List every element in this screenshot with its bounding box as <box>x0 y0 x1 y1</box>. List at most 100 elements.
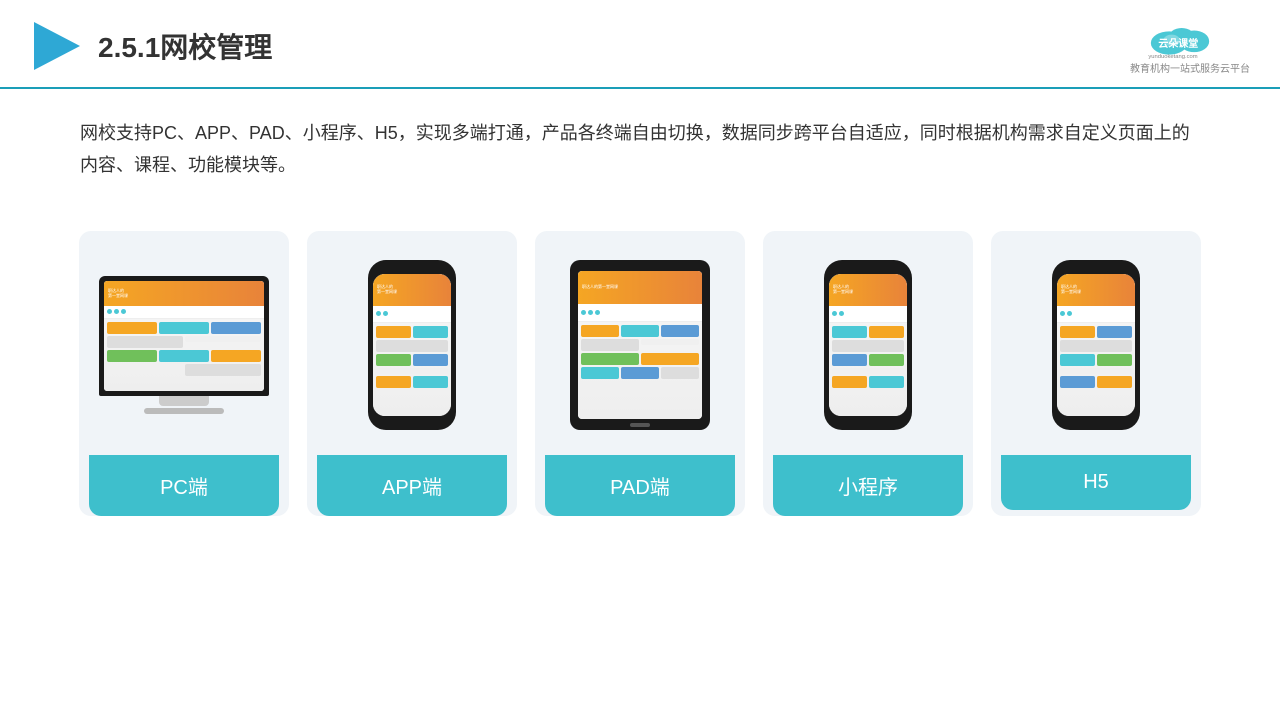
pad-block-1 <box>581 325 619 337</box>
pc-device: 职达人的第一堂网课 <box>99 276 269 414</box>
h5-row-5 <box>1060 376 1132 388</box>
pad-header-text: 职达人的第一堂网课 <box>582 285 618 290</box>
logo-subtitle: 教育机构一站式服务云平台 <box>1130 60 1250 75</box>
card-app: 职达人的第一堂网课 <box>307 231 517 516</box>
miniapp-nav-dot-1 <box>832 311 837 316</box>
phone-notch-miniapp <box>854 266 882 272</box>
pad-header-bar: 职达人的第一堂网课 <box>578 271 702 304</box>
nav-dot-1 <box>107 309 112 314</box>
app-block-3 <box>376 340 448 352</box>
pad-block-9 <box>621 367 659 379</box>
pad-block-8 <box>581 367 619 379</box>
header: 2.5.1网校管理 云朵课堂 yunduoketang.com 教育机构一站式服… <box>0 0 1280 89</box>
pad-block-7 <box>641 353 699 365</box>
pad-device-area: 职达人的第一堂网课 <box>545 255 735 435</box>
pc-base <box>144 408 224 414</box>
app-nav <box>373 306 451 323</box>
miniapp-screen-content: 职达人的第一堂网课 <box>829 274 907 416</box>
h5-row-2 <box>1060 340 1132 352</box>
app-row-3 <box>376 354 448 366</box>
pad-body <box>578 322 702 390</box>
card-app-label: APP端 <box>317 455 507 516</box>
pc-header-text: 职达人的第一堂网课 <box>108 289 128 299</box>
pc-screen-inner: 职达人的第一堂网课 <box>104 281 264 391</box>
nav-dot-2 <box>114 309 119 314</box>
logo-area: 云朵课堂 yunduoketang.com 教育机构一站式服务云平台 <box>1130 18 1250 75</box>
miniapp-block-1 <box>832 326 867 338</box>
miniapp-nav-dot-2 <box>839 311 844 316</box>
pad-nav-dot-3 <box>595 310 600 315</box>
pad-block-6 <box>581 353 639 365</box>
h5-phone-screen: 职达人的第一堂网课 <box>1057 274 1135 416</box>
h5-nav <box>1057 306 1135 323</box>
pc-block-4 <box>107 336 183 348</box>
tablet-home-button <box>630 423 650 427</box>
description-text: 网校支持PC、APP、PAD、小程序、H5，实现多端打通，产品各终端自由切换，数… <box>0 89 1280 192</box>
pc-block-9 <box>107 364 183 370</box>
card-pad: 职达人的第一堂网课 <box>535 231 745 516</box>
pad-block-2 <box>621 325 659 337</box>
phone-notch-app <box>398 266 426 272</box>
app-header-bar: 职达人的第一堂网课 <box>373 274 451 305</box>
app-row-5 <box>376 376 448 388</box>
svg-text:云朵课堂: 云朵课堂 <box>1158 37 1198 50</box>
pc-screen-content: 职达人的第一堂网课 <box>104 281 264 391</box>
app-device-area: 职达人的第一堂网课 <box>317 255 507 435</box>
pad-block-5 <box>641 339 699 345</box>
miniapp-block-2 <box>869 326 904 338</box>
h5-block-6 <box>1060 368 1132 374</box>
miniapp-row-3 <box>832 354 904 366</box>
miniapp-row-1 <box>832 326 904 338</box>
miniapp-body <box>829 323 907 391</box>
pad-nav-dot-1 <box>581 310 586 315</box>
app-phone-screen: 职达人的第一堂网课 <box>373 274 451 416</box>
app-nav-dot-2 <box>383 311 388 316</box>
app-block-5 <box>413 354 448 366</box>
cards-container: 职达人的第一堂网课 <box>0 201 1280 516</box>
miniapp-block-5 <box>869 354 904 366</box>
pc-stand <box>159 396 209 406</box>
miniapp-row-2 <box>832 340 904 352</box>
pc-row-2 <box>107 336 261 348</box>
nav-dot-3 <box>121 309 126 314</box>
card-h5-label: H5 <box>1001 455 1191 510</box>
pad-row-4 <box>581 367 699 379</box>
app-row-1 <box>376 326 448 338</box>
h5-block-5 <box>1097 354 1132 366</box>
miniapp-device-area: 职达人的第一堂网课 <box>773 255 963 435</box>
miniapp-header-bar: 职达人的第一堂网课 <box>829 274 907 305</box>
miniapp-phone-screen: 职达人的第一堂网课 <box>829 274 907 416</box>
app-screen-content: 职达人的第一堂网课 <box>373 274 451 416</box>
app-block-7 <box>376 376 411 388</box>
pad-block-3 <box>661 325 699 337</box>
app-phone-device: 职达人的第一堂网课 <box>368 260 456 430</box>
pc-block-1 <box>107 322 157 334</box>
pad-screen-content: 职达人的第一堂网课 <box>578 271 702 419</box>
h5-row-4 <box>1060 368 1132 374</box>
miniapp-nav <box>829 306 907 323</box>
pad-nav-dot-2 <box>588 310 593 315</box>
card-miniapp-label: 小程序 <box>773 455 963 516</box>
pad-block-4 <box>581 339 639 351</box>
app-body <box>373 323 451 391</box>
h5-body <box>1057 323 1135 391</box>
miniapp-block-4 <box>832 354 867 366</box>
h5-block-7 <box>1060 376 1095 388</box>
play-icon <box>30 20 82 72</box>
app-header-text: 职达人的第一堂网课 <box>377 285 397 295</box>
app-block-4 <box>376 354 411 366</box>
pc-block-3 <box>211 322 261 334</box>
h5-device-area: 职达人的第一堂网课 <box>1001 255 1191 435</box>
pc-nav <box>104 306 264 319</box>
h5-block-2 <box>1097 326 1132 338</box>
h5-header-text: 职达人的第一堂网课 <box>1061 285 1081 295</box>
pc-header-bar: 职达人的第一堂网课 <box>104 281 264 305</box>
miniapp-block-7 <box>832 376 867 388</box>
pc-screen-outer: 职达人的第一堂网课 <box>99 276 269 396</box>
h5-nav-dot-1 <box>1060 311 1065 316</box>
pc-block-8 <box>211 350 261 362</box>
pad-row-5 <box>581 381 699 387</box>
miniapp-phone-device: 职达人的第一堂网课 <box>824 260 912 430</box>
card-pc: 职达人的第一堂网课 <box>79 231 289 516</box>
header-left: 2.5.1网校管理 <box>30 20 272 72</box>
